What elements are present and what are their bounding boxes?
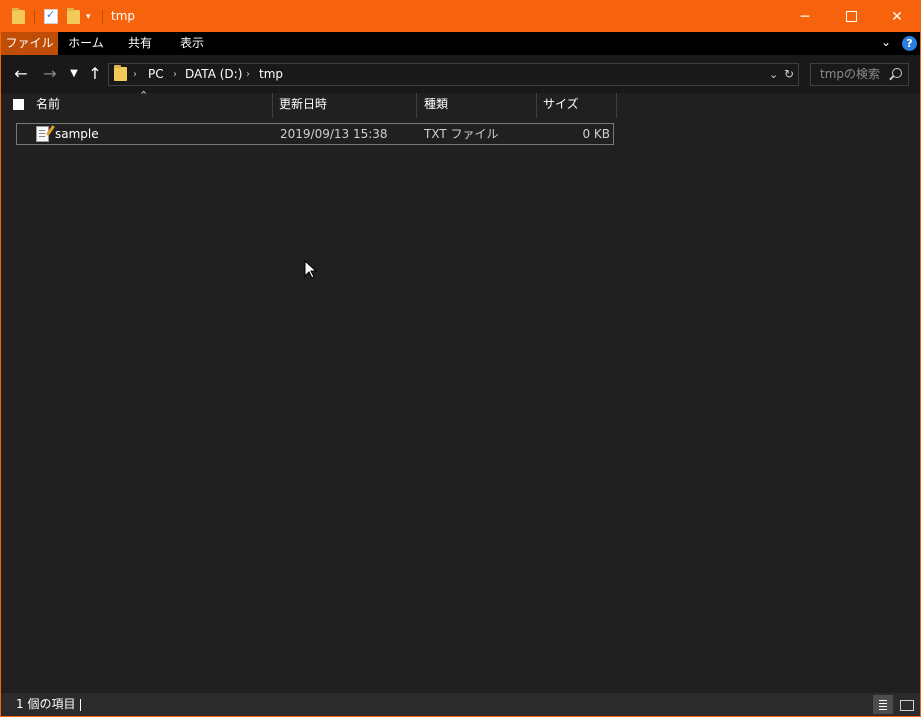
back-button[interactable]: ←: [11, 63, 31, 83]
column-divider[interactable]: [536, 93, 537, 118]
column-name[interactable]: 名前: [36, 93, 272, 118]
breadcrumb-separator-icon[interactable]: ›: [133, 64, 137, 85]
maximize-icon: [845, 11, 857, 22]
tab-file[interactable]: ファイル: [1, 32, 58, 55]
column-divider[interactable]: [416, 93, 417, 118]
chevron-down-icon: ▼: [70, 67, 78, 79]
toolbar-separator: [34, 9, 35, 24]
properties-quick-access-button[interactable]: [44, 1, 58, 32]
folder-icon: [114, 65, 127, 81]
breadcrumb-tmp[interactable]: tmp: [259, 64, 283, 85]
navigation-bar: ← → ▼ ↑ › PC › DATA (D:) › tmp ⌄ ↻ tmpの検…: [1, 55, 920, 93]
up-button[interactable]: ↑: [85, 63, 105, 83]
status-separator: [80, 699, 81, 711]
title-bar: ▾ tmp ─ ✕: [1, 1, 920, 32]
search-placeholder: tmpの検索: [820, 67, 881, 81]
search-box[interactable]: tmpの検索: [810, 63, 909, 86]
close-button[interactable]: ✕: [874, 1, 920, 32]
new-folder-icon: [67, 7, 80, 24]
column-type[interactable]: 種類: [424, 93, 536, 118]
window-title: tmp: [111, 9, 136, 23]
search-icon: [892, 68, 902, 78]
status-bar: 1 個の項目: [1, 693, 920, 716]
maximize-button[interactable]: [828, 1, 874, 32]
select-all-checkbox[interactable]: [13, 99, 24, 110]
breadcrumb-separator-icon[interactable]: ›: [173, 64, 177, 85]
arrow-left-icon: ←: [14, 63, 28, 83]
large-icons-view-button[interactable]: [897, 695, 917, 714]
help-icon[interactable]: ?: [902, 36, 917, 51]
address-history-icon[interactable]: ⌄: [769, 64, 778, 85]
explorer-window: ▾ tmp ─ ✕ ファイル ホーム 共有 表示 ⌄ ? ← → ▼ ↑ › P…: [0, 0, 921, 717]
new-folder-quick-access-button[interactable]: [67, 1, 80, 32]
file-modified: 2019/09/13 15:38: [280, 127, 388, 141]
minimize-icon: ─: [800, 8, 810, 25]
column-divider[interactable]: [616, 93, 617, 118]
address-bar[interactable]: › PC › DATA (D:) › tmp ⌄ ↻: [108, 63, 799, 86]
properties-icon: [44, 8, 58, 24]
arrow-right-icon: →: [43, 63, 57, 83]
toolbar-separator: [102, 9, 103, 24]
folder-icon: [12, 1, 25, 32]
breadcrumb-drive[interactable]: DATA (D:): [185, 64, 242, 85]
tab-home[interactable]: ホーム: [58, 32, 114, 55]
file-name[interactable]: sample: [55, 124, 99, 144]
refresh-icon[interactable]: ↻: [784, 64, 794, 85]
details-view-button[interactable]: [873, 695, 893, 714]
ribbon-tabs: ファイル ホーム 共有 表示 ⌄ ?: [1, 32, 920, 55]
column-size[interactable]: サイズ: [543, 93, 615, 118]
table-row[interactable]: sample 2019/09/13 15:38 TXT ファイル 0 KB: [16, 123, 614, 145]
item-count: 1 個の項目: [16, 697, 76, 711]
close-icon: ✕: [891, 8, 903, 25]
tab-share[interactable]: 共有: [114, 32, 166, 55]
column-modified[interactable]: 更新日時: [279, 93, 416, 118]
dropdown-arrow-icon: ▾: [86, 11, 91, 22]
tab-view[interactable]: 表示: [166, 32, 218, 55]
column-header: ⌃ 名前 更新日時 種類 サイズ: [1, 89, 920, 118]
recent-locations-button[interactable]: ▼: [64, 63, 84, 83]
arrow-up-icon: ↑: [88, 63, 102, 83]
forward-button[interactable]: →: [40, 63, 60, 83]
text-file-icon: [36, 126, 49, 142]
file-size: 0 KB: [582, 127, 610, 141]
file-type: TXT ファイル: [424, 127, 499, 141]
breadcrumb-pc[interactable]: PC: [148, 64, 164, 85]
breadcrumb-separator-icon[interactable]: ›: [246, 64, 250, 85]
customize-quick-access-button[interactable]: ▾: [86, 1, 91, 32]
expand-ribbon-icon[interactable]: ⌄: [881, 35, 891, 49]
minimize-button[interactable]: ─: [782, 1, 828, 32]
mouse-cursor-icon: [304, 260, 318, 279]
column-divider[interactable]: [272, 93, 273, 118]
